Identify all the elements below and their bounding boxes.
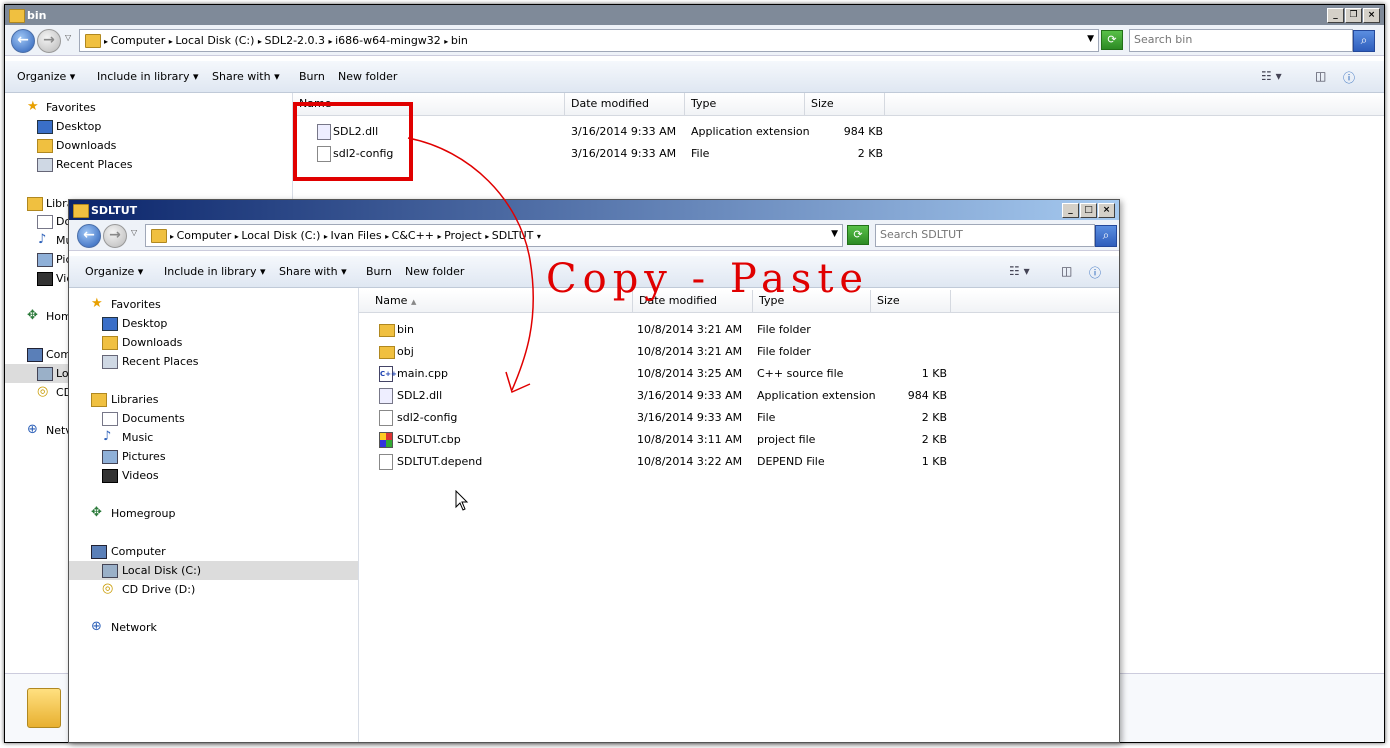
annotation-arrow (407, 137, 534, 394)
copy-paste-annotation: Copy - Paste (546, 256, 870, 302)
